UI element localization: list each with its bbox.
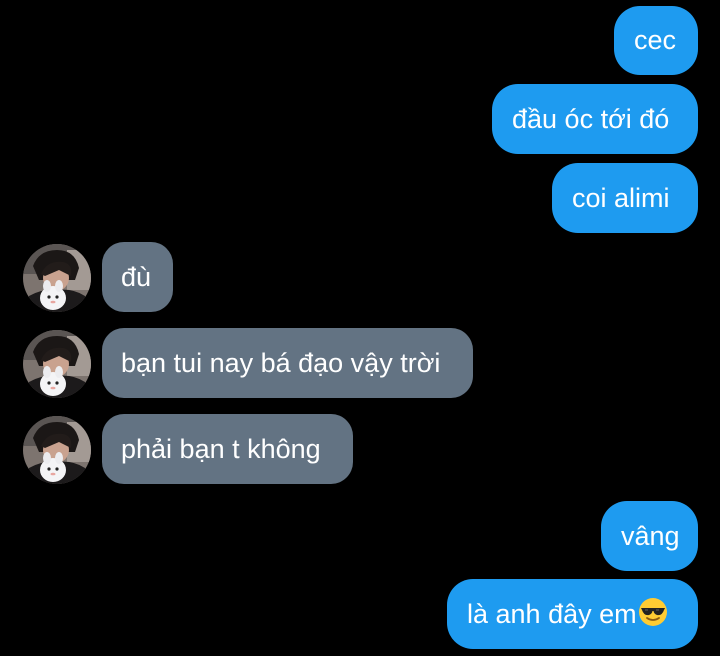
message-text: cec	[634, 25, 677, 55]
message-bubble-sent[interactable]: coi alimi	[552, 163, 698, 233]
contact-avatar[interactable]	[23, 244, 91, 312]
message-text: bạn tui nay bá đạo vậy trời	[121, 347, 441, 378]
message-text: coi alimi	[572, 182, 670, 213]
contact-avatar[interactable]	[23, 330, 91, 398]
sunglasses-emoji-icon	[638, 597, 668, 632]
message-bubble-sent[interactable]: vâng	[601, 501, 698, 571]
contact-avatar[interactable]	[23, 416, 91, 484]
message-text: đầu óc tới đó	[512, 103, 670, 134]
message-text: phải bạn t không	[121, 433, 321, 464]
message-bubble-received[interactable]: đù	[102, 242, 173, 312]
message-bubble-received[interactable]: phải bạn t không	[102, 414, 353, 484]
message-text: vâng	[621, 520, 680, 551]
message-bubble-sent[interactable]: cec	[614, 6, 698, 75]
message-bubble-received[interactable]: bạn tui nay bá đạo vậy trời	[102, 328, 473, 398]
message-bubble-sent[interactable]: đầu óc tới đó	[492, 84, 698, 154]
message-text: là anh đây em	[467, 598, 637, 629]
message-bubble-sent[interactable]: là anh đây em	[447, 579, 698, 649]
message-text: đù	[121, 261, 152, 292]
